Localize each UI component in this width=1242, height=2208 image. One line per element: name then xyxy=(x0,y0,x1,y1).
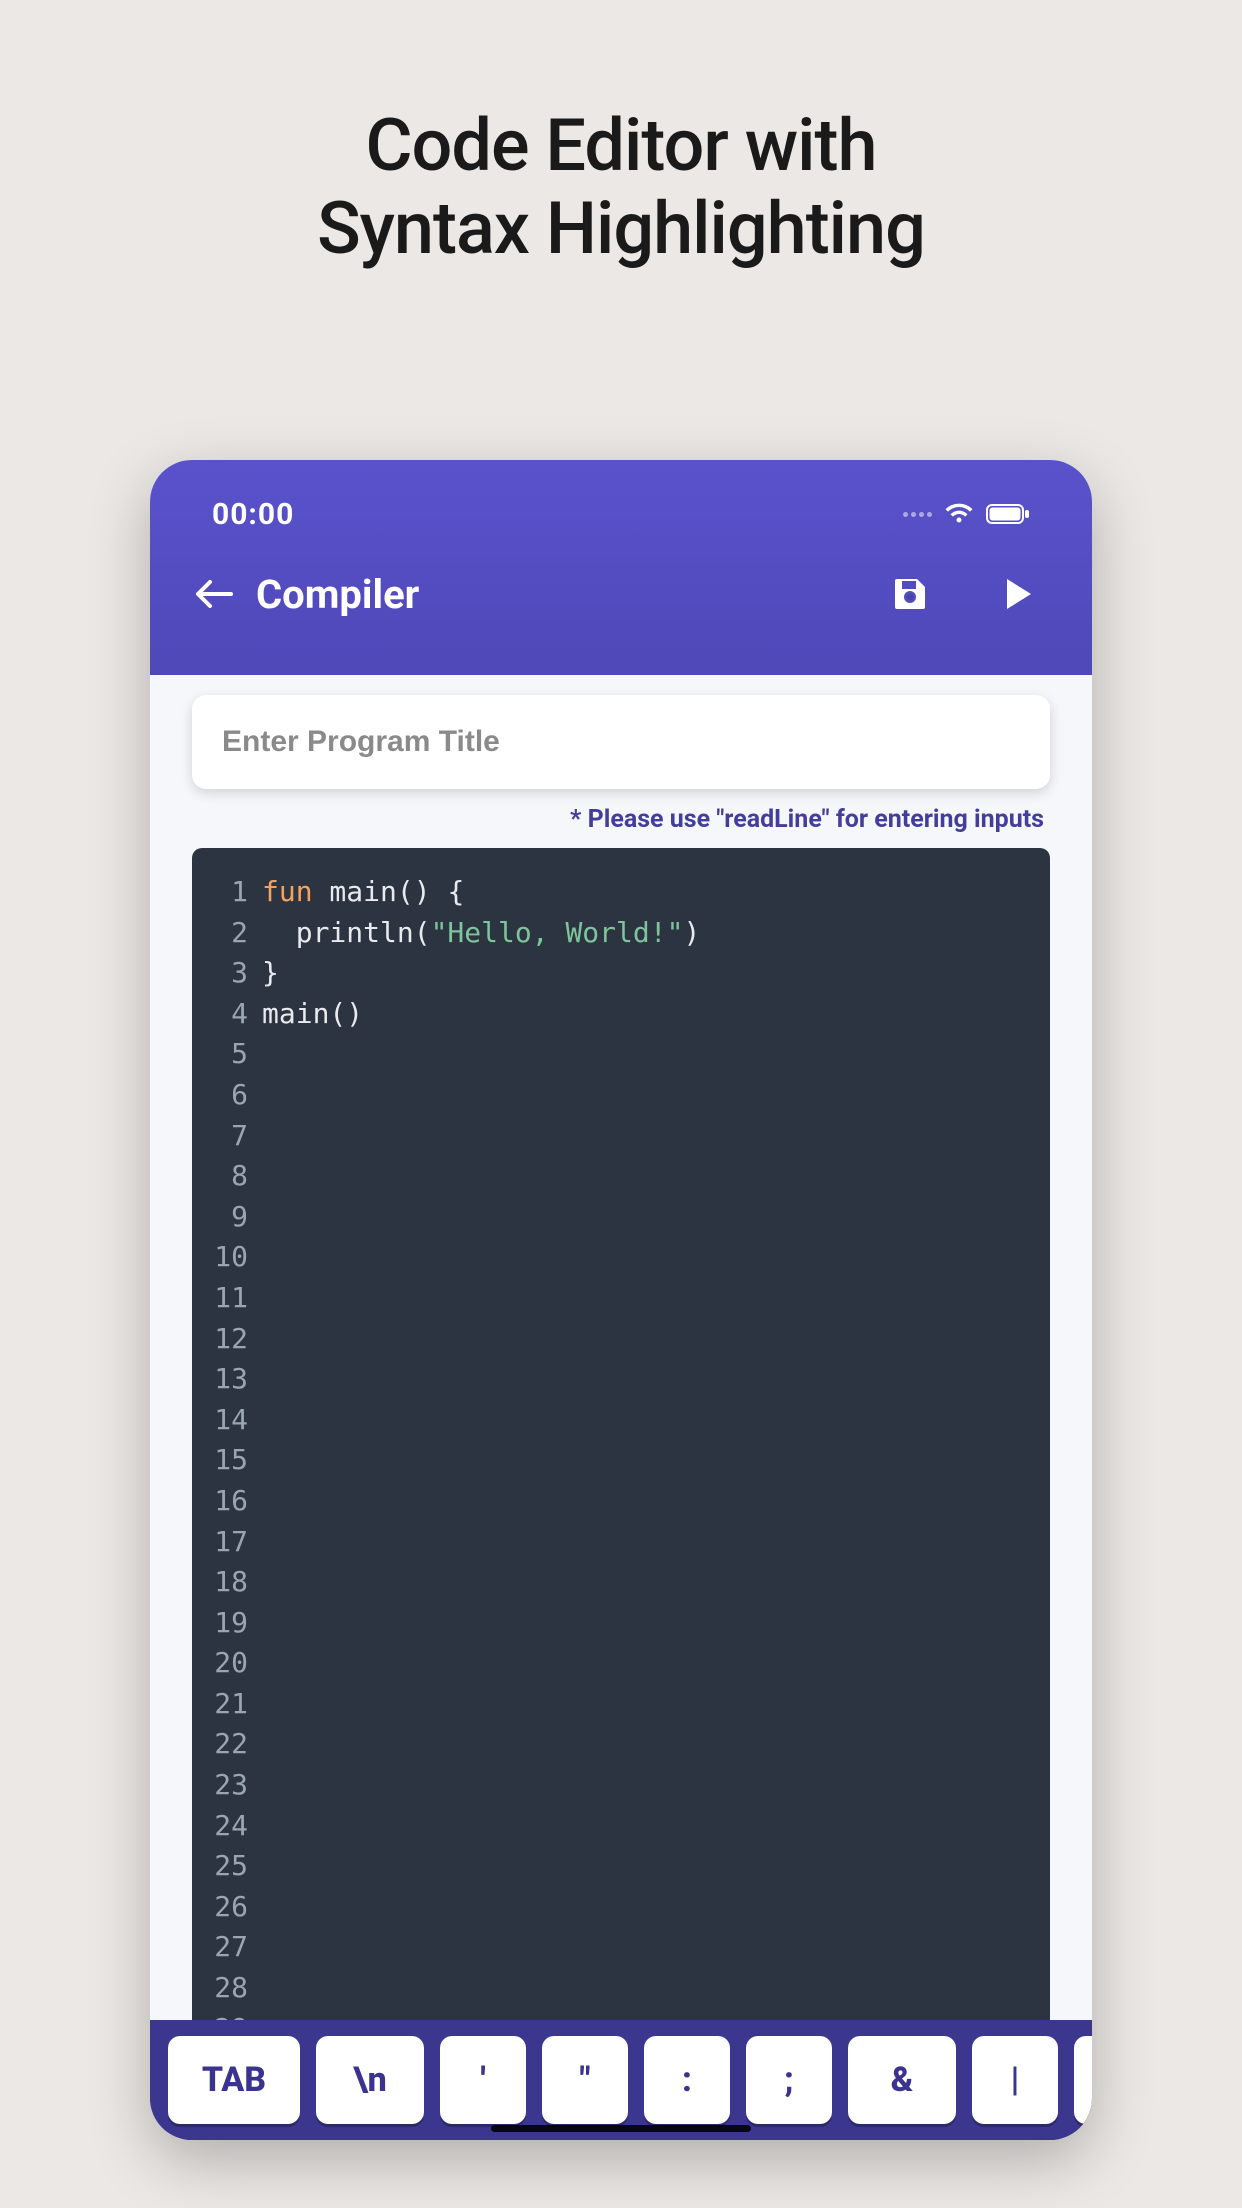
line-number: 24 xyxy=(192,1806,262,1847)
symbol-key[interactable]: | xyxy=(972,2036,1058,2124)
line-number: 13 xyxy=(192,1359,262,1400)
line-number: 6 xyxy=(192,1075,262,1116)
line-number: 15 xyxy=(192,1440,262,1481)
code-line: 1fun main() { xyxy=(192,872,1050,913)
code-line: 26 xyxy=(192,1887,1050,1928)
line-number: 1 xyxy=(192,872,262,913)
line-number: 27 xyxy=(192,1927,262,1968)
status-time: 00:00 xyxy=(212,497,294,532)
cellular-icon xyxy=(903,512,932,517)
promo-line-2: Syntax Highlighting xyxy=(0,188,1242,271)
line-number: 9 xyxy=(192,1197,262,1238)
run-button[interactable] xyxy=(994,570,1042,618)
app-bar: Compiler xyxy=(150,540,1092,654)
code-line: 10 xyxy=(192,1237,1050,1278)
line-number: 26 xyxy=(192,1887,262,1928)
symbol-key[interactable]: ' xyxy=(440,2036,526,2124)
line-number: 16 xyxy=(192,1481,262,1522)
code-line: 23 xyxy=(192,1765,1050,1806)
line-number: 12 xyxy=(192,1319,262,1360)
status-icons xyxy=(903,503,1030,525)
code-line: 17 xyxy=(192,1522,1050,1563)
code-line: 3} xyxy=(192,953,1050,994)
code-line: 15 xyxy=(192,1440,1050,1481)
code-line: 18 xyxy=(192,1562,1050,1603)
line-number: 21 xyxy=(192,1684,262,1725)
line-number: 29 xyxy=(192,2009,262,2020)
symbol-key[interactable]: & xyxy=(848,2036,956,2124)
line-number: 20 xyxy=(192,1643,262,1684)
symbol-key[interactable]: " xyxy=(542,2036,628,2124)
code-editor[interactable]: 1fun main() {2 println("Hello, World!")3… xyxy=(192,848,1050,2020)
line-number: 18 xyxy=(192,1562,262,1603)
code-line: 28 xyxy=(192,1968,1050,2009)
code-line: 19 xyxy=(192,1603,1050,1644)
symbol-key[interactable]: : xyxy=(644,2036,730,2124)
code-line: 4main() xyxy=(192,994,1050,1035)
line-number: 19 xyxy=(192,1603,262,1644)
status-bar: 00:00 xyxy=(150,460,1092,540)
line-number: 11 xyxy=(192,1278,262,1319)
line-number: 17 xyxy=(192,1522,262,1563)
line-number: 22 xyxy=(192,1724,262,1765)
code-line: 11 xyxy=(192,1278,1050,1319)
code-line: 16 xyxy=(192,1481,1050,1522)
code-text: fun main() { xyxy=(262,872,464,913)
symbol-key[interactable] xyxy=(1074,2036,1092,2124)
phone-frame: 00:00 Compiler xyxy=(150,460,1092,2140)
line-number: 2 xyxy=(192,913,262,954)
line-number: 25 xyxy=(192,1846,262,1887)
symbol-toolbar: TAB\n'":;&| xyxy=(150,2020,1092,2140)
code-line: 21 xyxy=(192,1684,1050,1725)
line-number: 5 xyxy=(192,1034,262,1075)
code-line: 9 xyxy=(192,1197,1050,1238)
home-indicator xyxy=(491,2125,751,2132)
line-number: 8 xyxy=(192,1156,262,1197)
code-line: 13 xyxy=(192,1359,1050,1400)
program-title-input[interactable] xyxy=(222,725,1020,759)
code-line: 14 xyxy=(192,1400,1050,1441)
code-text: println("Hello, World!") xyxy=(262,913,700,954)
code-line: 6 xyxy=(192,1075,1050,1116)
save-icon xyxy=(893,577,927,611)
line-number: 14 xyxy=(192,1400,262,1441)
code-text: main() xyxy=(262,994,363,1035)
promo-line-1: Code Editor with xyxy=(0,105,1242,188)
line-number: 7 xyxy=(192,1116,262,1157)
line-number: 28 xyxy=(192,1968,262,2009)
battery-icon xyxy=(986,504,1030,524)
back-button[interactable] xyxy=(190,570,238,618)
code-text: } xyxy=(262,953,279,994)
code-line: 20 xyxy=(192,1643,1050,1684)
play-icon xyxy=(1003,577,1033,611)
symbol-key[interactable]: TAB xyxy=(168,2036,300,2124)
code-line: 5 xyxy=(192,1034,1050,1075)
code-line: 24 xyxy=(192,1806,1050,1847)
content-area: * Please use "readLine" for entering inp… xyxy=(150,675,1092,2020)
line-number: 10 xyxy=(192,1237,262,1278)
line-number: 3 xyxy=(192,953,262,994)
code-line: 2 println("Hello, World!") xyxy=(192,913,1050,954)
save-button[interactable] xyxy=(886,570,934,618)
line-number: 23 xyxy=(192,1765,262,1806)
code-line: 8 xyxy=(192,1156,1050,1197)
arrow-left-icon xyxy=(195,578,233,610)
code-line: 12 xyxy=(192,1319,1050,1360)
app-title: Compiler xyxy=(256,571,886,618)
program-title-field-wrap xyxy=(192,695,1050,789)
input-hint: * Please use "readLine" for entering inp… xyxy=(198,805,1044,834)
code-line: 29 xyxy=(192,2009,1050,2020)
code-line: 7 xyxy=(192,1116,1050,1157)
symbol-key[interactable]: ; xyxy=(746,2036,832,2124)
code-line: 27 xyxy=(192,1927,1050,1968)
code-line: 25 xyxy=(192,1846,1050,1887)
promo-heading: Code Editor with Syntax Highlighting xyxy=(0,0,1242,271)
code-line: 22 xyxy=(192,1724,1050,1765)
symbol-key[interactable]: \n xyxy=(316,2036,424,2124)
toolbar-actions xyxy=(886,570,1042,618)
line-number: 4 xyxy=(192,994,262,1035)
wifi-icon xyxy=(944,503,974,525)
